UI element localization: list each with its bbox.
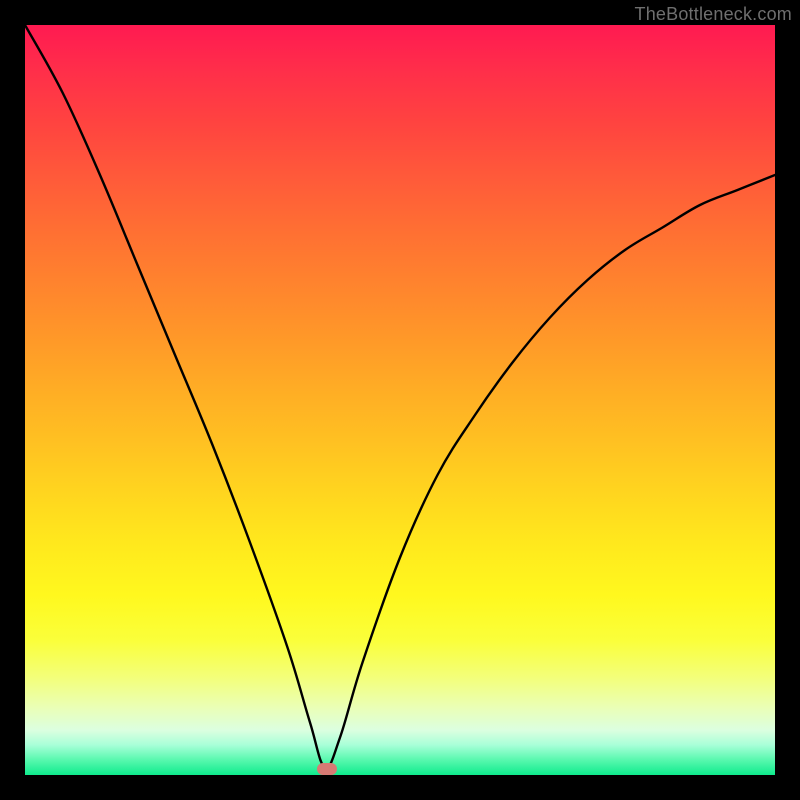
- chart-frame: TheBottleneck.com: [0, 0, 800, 800]
- plot-area: [25, 25, 775, 775]
- minimum-marker: [317, 763, 337, 775]
- bottleneck-curve: [25, 25, 775, 768]
- curve-layer: [25, 25, 775, 775]
- watermark-text: TheBottleneck.com: [635, 4, 792, 25]
